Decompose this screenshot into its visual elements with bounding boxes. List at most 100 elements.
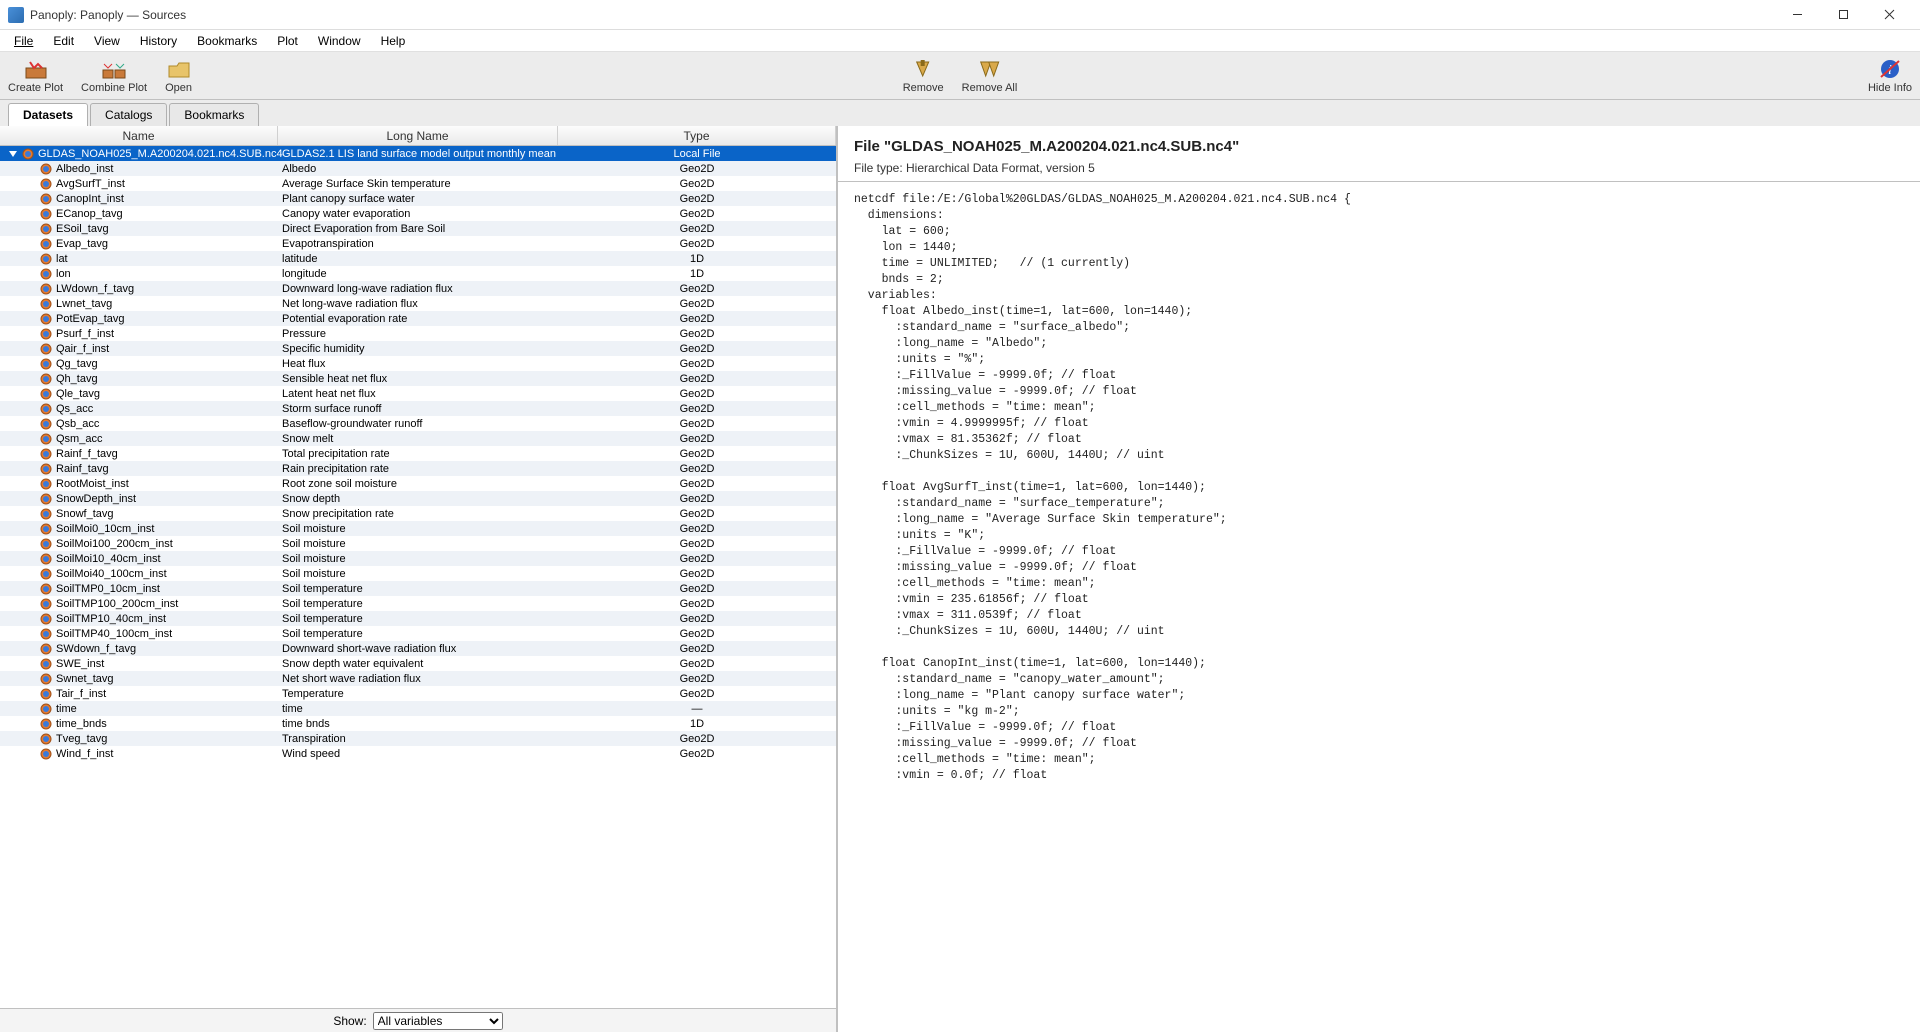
left-panel: Name Long Name Type GLDAS_NOAH025_M.A200… bbox=[0, 126, 838, 1032]
table-row[interactable]: lonlongitude1D bbox=[0, 266, 836, 281]
app-icon bbox=[8, 7, 24, 23]
table-row[interactable]: SoilTMP40_100cm_instSoil temperatureGeo2… bbox=[0, 626, 836, 641]
row-name: CanopInt_inst bbox=[56, 193, 124, 205]
tree-expand-icon[interactable] bbox=[8, 149, 18, 159]
table-row[interactable]: PotEvap_tavgPotential evaporation rateGe… bbox=[0, 311, 836, 326]
table-body[interactable]: GLDAS_NOAH025_M.A200204.021.nc4.SUB.nc4G… bbox=[0, 146, 836, 1008]
table-row[interactable]: Qair_f_instSpecific humidityGeo2D bbox=[0, 341, 836, 356]
table-row[interactable]: RootMoist_instRoot zone soil moistureGeo… bbox=[0, 476, 836, 491]
table-row[interactable]: Psurf_f_instPressureGeo2D bbox=[0, 326, 836, 341]
table-row[interactable]: GLDAS_NOAH025_M.A200204.021.nc4.SUB.nc4G… bbox=[0, 146, 836, 161]
col-name[interactable]: Name bbox=[0, 126, 278, 145]
table-row[interactable]: Evap_tavgEvapotranspirationGeo2D bbox=[0, 236, 836, 251]
table-header: Name Long Name Type bbox=[0, 126, 836, 146]
row-type: Geo2D bbox=[558, 236, 836, 251]
create-plot-icon bbox=[24, 58, 48, 80]
filter-bar: Show: All variables bbox=[0, 1008, 836, 1032]
open-button[interactable]: Open bbox=[165, 58, 192, 94]
row-name: lat bbox=[56, 253, 68, 265]
table-row[interactable]: Qg_tavgHeat fluxGeo2D bbox=[0, 356, 836, 371]
row-name: SoilTMP40_100cm_inst bbox=[56, 628, 172, 640]
col-long-name[interactable]: Long Name bbox=[278, 126, 558, 145]
table-row[interactable]: SoilTMP100_200cm_instSoil temperatureGeo… bbox=[0, 596, 836, 611]
table-row[interactable]: SWE_instSnow depth water equivalentGeo2D bbox=[0, 656, 836, 671]
menu-view[interactable]: View bbox=[84, 31, 130, 51]
row-name: Albedo_inst bbox=[56, 163, 114, 175]
variable-icon bbox=[40, 598, 52, 610]
table-row[interactable]: Qsm_accSnow meltGeo2D bbox=[0, 431, 836, 446]
row-name: SoilMoi10_40cm_inst bbox=[56, 553, 161, 565]
minimize-button[interactable] bbox=[1774, 0, 1820, 30]
menu-history[interactable]: History bbox=[130, 31, 187, 51]
row-name: Qs_acc bbox=[56, 403, 93, 415]
table-row[interactable]: CanopInt_instPlant canopy surface waterG… bbox=[0, 191, 836, 206]
row-type: Geo2D bbox=[558, 191, 836, 206]
table-row[interactable]: Albedo_instAlbedoGeo2D bbox=[0, 161, 836, 176]
table-row[interactable]: LWdown_f_tavgDownward long-wave radiatio… bbox=[0, 281, 836, 296]
table-row[interactable]: Qs_accStorm surface runoffGeo2D bbox=[0, 401, 836, 416]
table-row[interactable]: SnowDepth_instSnow depthGeo2D bbox=[0, 491, 836, 506]
filter-select[interactable]: All variables bbox=[373, 1012, 503, 1030]
table-row[interactable]: Rainf_tavg Rain precipitation rateGeo2D bbox=[0, 461, 836, 476]
tab-catalogs[interactable]: Catalogs bbox=[90, 103, 167, 126]
tab-datasets[interactable]: Datasets bbox=[8, 103, 88, 126]
close-button[interactable] bbox=[1866, 0, 1912, 30]
info-panel: File "GLDAS_NOAH025_M.A200204.021.nc4.SU… bbox=[838, 126, 1920, 1032]
row-type: Geo2D bbox=[558, 326, 836, 341]
table-row[interactable]: Rainf_f_tavgTotal precipitation rateGeo2… bbox=[0, 446, 836, 461]
create-plot-button[interactable]: Create Plot bbox=[8, 58, 63, 94]
row-long: Rain precipitation rate bbox=[278, 461, 558, 476]
table-row[interactable]: Tveg_tavgTranspirationGeo2D bbox=[0, 731, 836, 746]
table-row[interactable]: ESoil_tavgDirect Evaporation from Bare S… bbox=[0, 221, 836, 236]
table-row[interactable]: Qh_tavgSensible heat net fluxGeo2D bbox=[0, 371, 836, 386]
table-row[interactable]: SoilTMP0_10cm_instSoil temperatureGeo2D bbox=[0, 581, 836, 596]
table-row[interactable]: SoilMoi10_40cm_instSoil moistureGeo2D bbox=[0, 551, 836, 566]
row-long: Potential evaporation rate bbox=[278, 311, 558, 326]
row-type: Geo2D bbox=[558, 341, 836, 356]
tab-bookmarks[interactable]: Bookmarks bbox=[169, 103, 259, 126]
table-row[interactable]: Lwnet_tavgNet long-wave radiation fluxGe… bbox=[0, 296, 836, 311]
menu-plot[interactable]: Plot bbox=[267, 31, 308, 51]
table-row[interactable]: Qle_tavgLatent heat net fluxGeo2D bbox=[0, 386, 836, 401]
table-row[interactable]: latlatitude1D bbox=[0, 251, 836, 266]
col-type[interactable]: Type bbox=[558, 126, 836, 145]
table-row[interactable]: Tair_f_instTemperatureGeo2D bbox=[0, 686, 836, 701]
table-row[interactable]: SoilMoi100_200cm_instSoil moistureGeo2D bbox=[0, 536, 836, 551]
table-row[interactable]: Qsb_accBaseflow-groundwater runoffGeo2D bbox=[0, 416, 836, 431]
open-icon bbox=[167, 58, 191, 80]
hide-info-button[interactable]: i Hide Info bbox=[1868, 58, 1912, 94]
menu-window[interactable]: Window bbox=[308, 31, 371, 51]
table-row[interactable]: ECanop_tavgCanopy water evaporationGeo2D bbox=[0, 206, 836, 221]
table-row[interactable]: AvgSurfT_instAverage Surface Skin temper… bbox=[0, 176, 836, 191]
row-long: Soil moisture bbox=[278, 566, 558, 581]
row-long: Wind speed bbox=[278, 746, 558, 761]
table-row[interactable]: timetime— bbox=[0, 701, 836, 716]
row-type: Geo2D bbox=[558, 461, 836, 476]
row-name: PotEvap_tavg bbox=[56, 313, 125, 325]
combine-plot-button[interactable]: Combine Plot bbox=[81, 58, 147, 94]
row-long: Soil temperature bbox=[278, 581, 558, 596]
table-row[interactable]: Snowf_tavgSnow precipitation rateGeo2D bbox=[0, 506, 836, 521]
variable-icon bbox=[40, 313, 52, 325]
menu-edit[interactable]: Edit bbox=[43, 31, 84, 51]
remove-all-button[interactable]: Remove All bbox=[962, 58, 1018, 94]
table-row[interactable]: time_bndstime bnds1D bbox=[0, 716, 836, 731]
row-name: Rainf_tavg bbox=[56, 463, 109, 475]
info-dump[interactable]: netcdf file:/E:/Global%20GLDAS/GLDAS_NOA… bbox=[838, 182, 1920, 1032]
row-long: Temperature bbox=[278, 686, 558, 701]
menu-bookmarks[interactable]: Bookmarks bbox=[187, 31, 267, 51]
remove-button[interactable]: Remove bbox=[903, 58, 944, 94]
variable-icon bbox=[40, 628, 52, 640]
table-row[interactable]: SoilTMP10_40cm_instSoil temperatureGeo2D bbox=[0, 611, 836, 626]
table-row[interactable]: SWdown_f_tavgDownward short-wave radiati… bbox=[0, 641, 836, 656]
table-row[interactable]: Wind_f_instWind speedGeo2D bbox=[0, 746, 836, 761]
table-row[interactable]: SoilMoi0_10cm_instSoil moistureGeo2D bbox=[0, 521, 836, 536]
menu-file[interactable]: File bbox=[4, 31, 43, 51]
row-long: Evapotranspiration bbox=[278, 236, 558, 251]
table-row[interactable]: Swnet_tavgNet short wave radiation fluxG… bbox=[0, 671, 836, 686]
row-long: Canopy water evaporation bbox=[278, 206, 558, 221]
menu-help[interactable]: Help bbox=[371, 31, 416, 51]
table-row[interactable]: SoilMoi40_100cm_instSoil moistureGeo2D bbox=[0, 566, 836, 581]
row-type: Geo2D bbox=[558, 371, 836, 386]
maximize-button[interactable] bbox=[1820, 0, 1866, 30]
